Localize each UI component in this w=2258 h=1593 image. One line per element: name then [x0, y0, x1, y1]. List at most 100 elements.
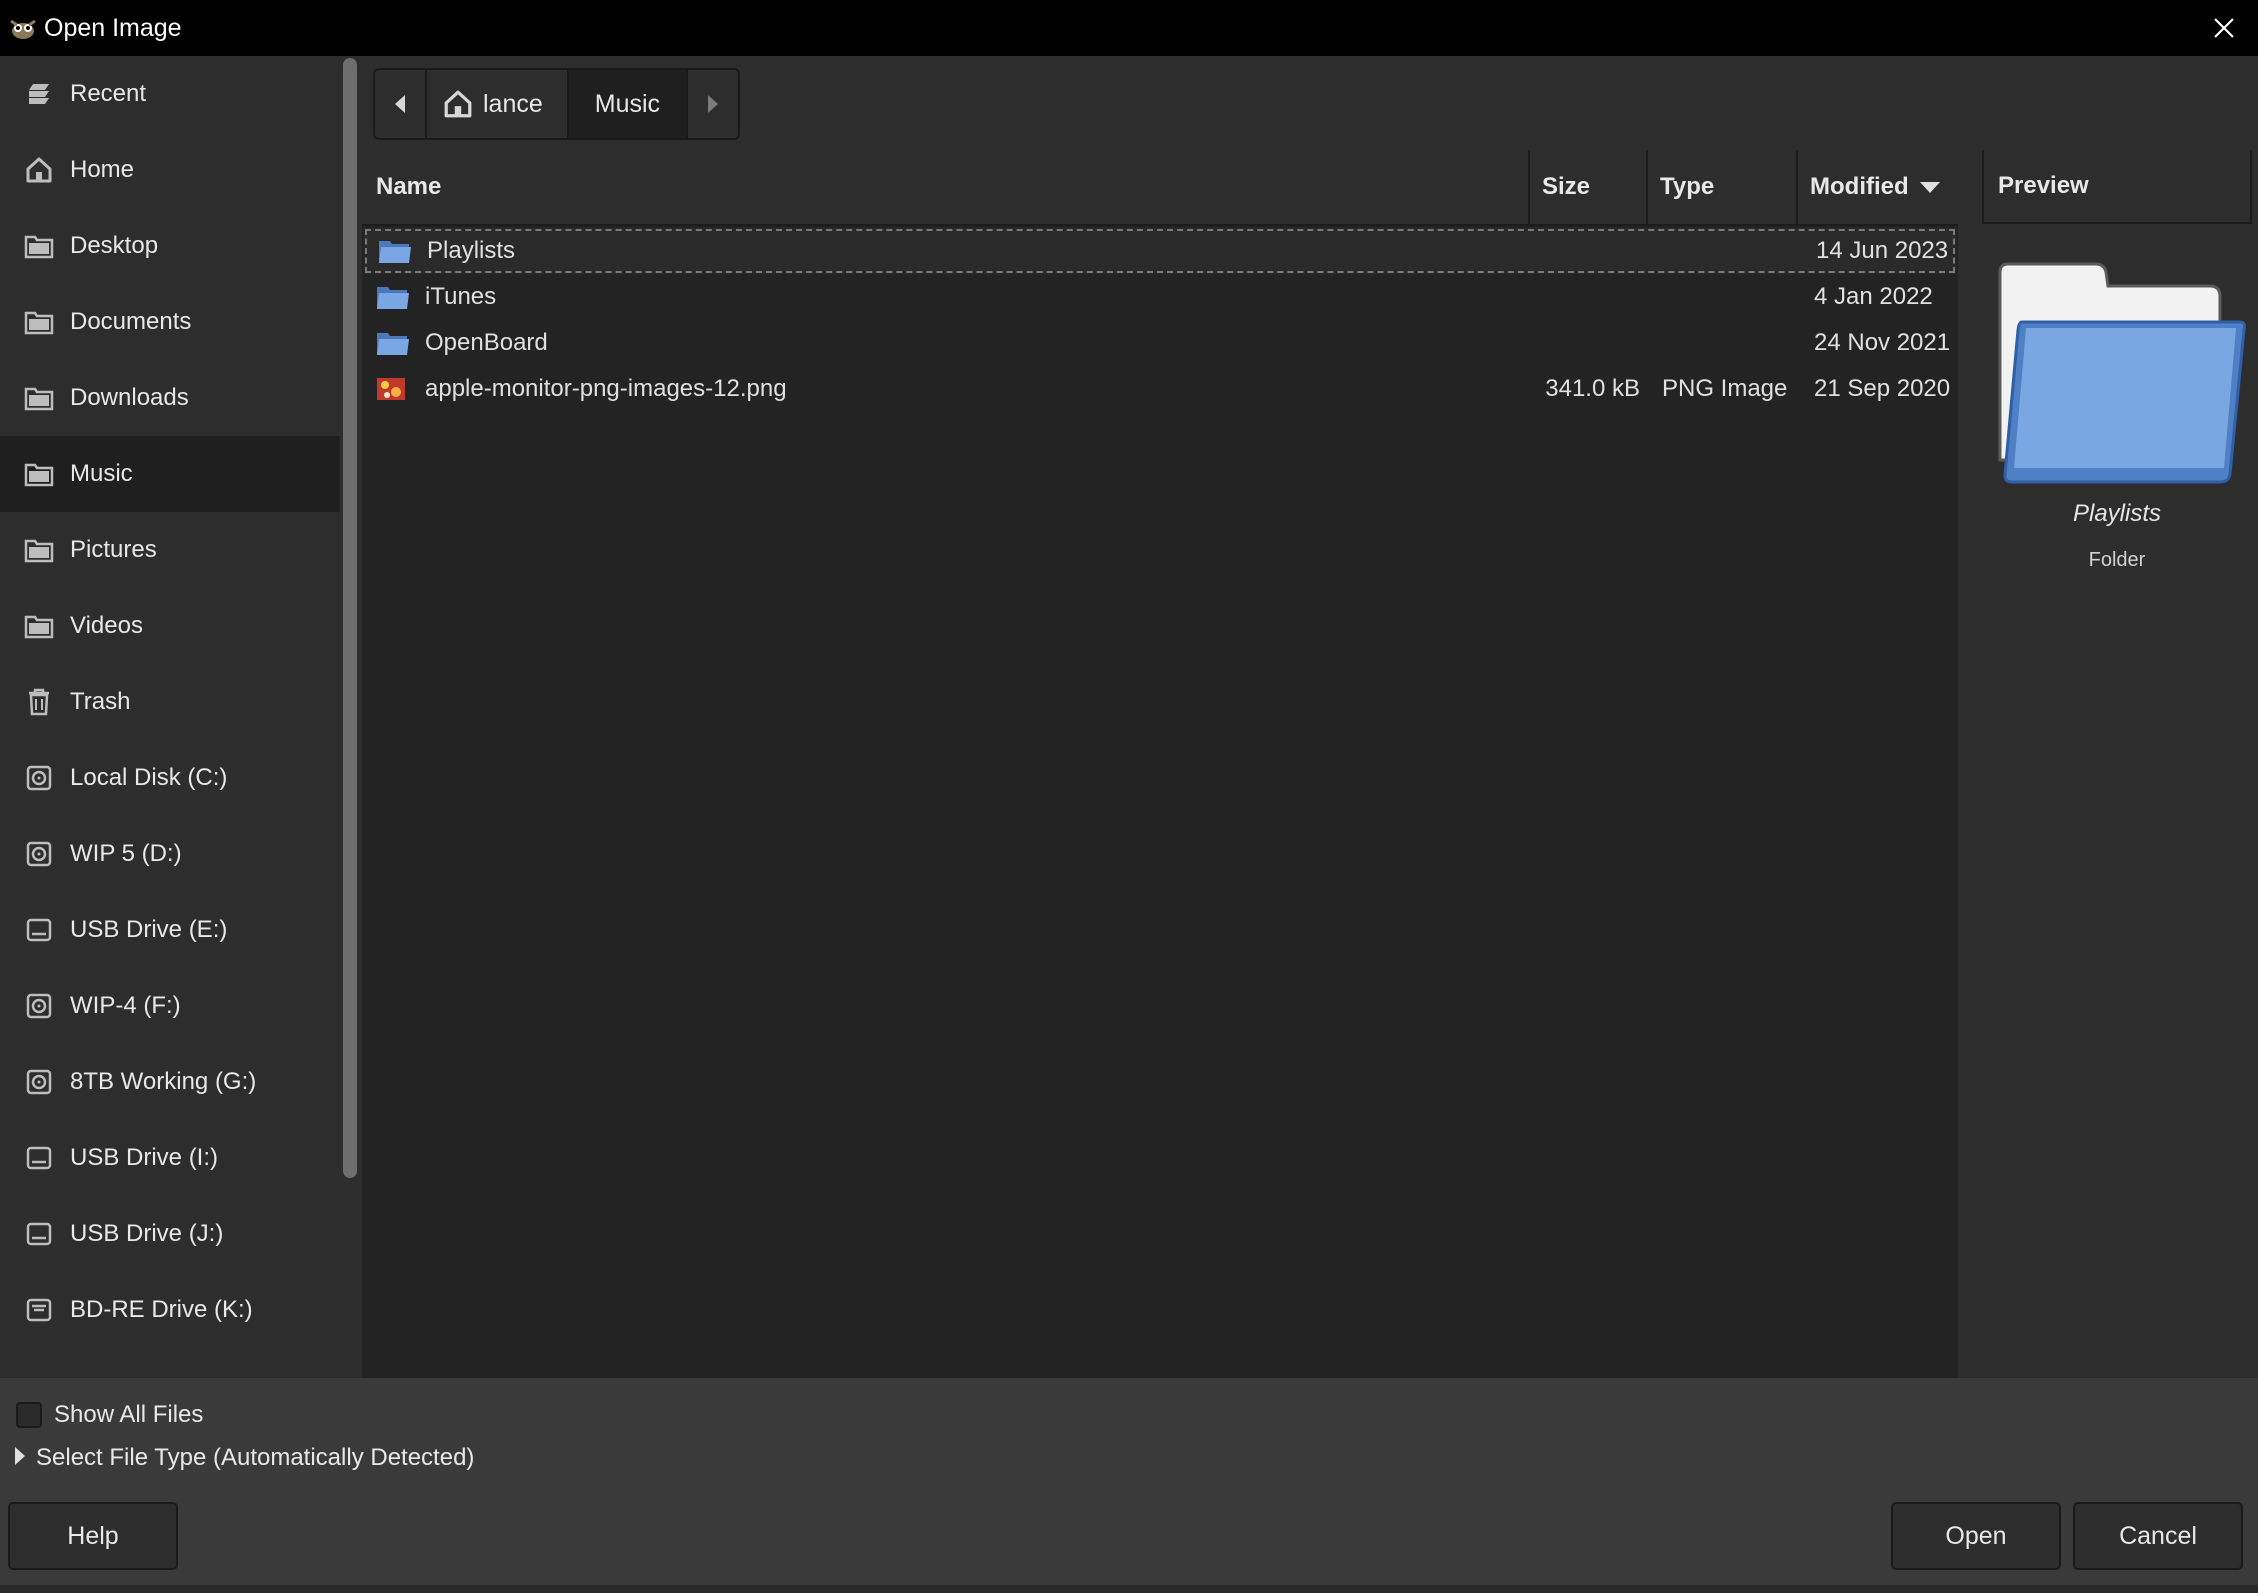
sidebar-item-home[interactable]: Home	[0, 132, 340, 208]
disk-icon	[22, 837, 56, 871]
column-header-name[interactable]: Name	[362, 150, 1530, 224]
sidebar-item-bd-re-drive-k[interactable]: BD-RE Drive (K:)	[0, 1272, 340, 1348]
trash-icon	[22, 685, 56, 719]
close-button[interactable]	[2206, 10, 2242, 46]
sidebar-item-label: Pictures	[70, 536, 157, 564]
column-modified-label: Modified	[1810, 173, 1909, 201]
chevron-left-icon	[393, 94, 407, 114]
recent-icon	[22, 77, 56, 111]
image-file-icon	[376, 372, 410, 406]
sidebar-item-trash[interactable]: Trash	[0, 664, 340, 740]
file-modified: 14 Jun 2023	[1816, 228, 1948, 274]
preview-header: Preview	[1982, 150, 2252, 224]
path-bar: lance Music	[373, 68, 740, 140]
file-size	[1534, 274, 1640, 320]
disk-icon	[22, 1065, 56, 1099]
disk-icon	[22, 989, 56, 1023]
folder-icon	[22, 533, 56, 567]
sidebar-item-usb-drive-i[interactable]: USB Drive (I:)	[0, 1120, 340, 1196]
sidebar-item-label: Desktop	[70, 232, 158, 260]
sidebar-scrollbar[interactable]	[343, 58, 357, 1178]
path-back-button[interactable]	[375, 70, 427, 138]
sidebar-item-label: USB Drive (J:)	[70, 1220, 223, 1248]
gimp-icon	[8, 12, 40, 44]
sidebar-item-wip5-d[interactable]: WIP 5 (D:)	[0, 816, 340, 892]
window-title: Open Image	[44, 14, 182, 43]
folder-icon	[22, 305, 56, 339]
usb-drive-icon	[22, 1217, 56, 1251]
show-all-files-label: Show All Files	[54, 1401, 203, 1429]
table-row[interactable]: OpenBoard 24 Nov 2021	[362, 320, 1958, 366]
usb-drive-icon	[22, 913, 56, 947]
file-list-header: Name Size Type Modified	[362, 150, 1958, 226]
file-name: apple-monitor-png-images-12.png	[425, 366, 787, 412]
places-sidebar: Recent Home Desktop Documents Downloads …	[0, 56, 340, 1378]
sidebar-item-desktop[interactable]: Desktop	[0, 208, 340, 284]
path-home-label: lance	[483, 90, 543, 119]
sidebar-item-pictures[interactable]: Pictures	[0, 512, 340, 588]
folder-icon	[22, 457, 56, 491]
table-row[interactable]: Playlists 14 Jun 2023	[364, 228, 1956, 274]
sidebar-item-label: Trash	[70, 688, 130, 716]
sidebar-item-label: USB Drive (I:)	[70, 1144, 218, 1172]
chevron-right-icon	[706, 94, 720, 114]
table-row[interactable]: apple-monitor-png-images-12.png 341.0 kB…	[362, 366, 1958, 412]
home-icon	[443, 89, 473, 119]
cancel-button[interactable]: Cancel	[2073, 1502, 2243, 1570]
sidebar-item-documents[interactable]: Documents	[0, 284, 340, 360]
column-name-label: Name	[376, 173, 441, 201]
sidebar-item-label: BD-RE Drive (K:)	[70, 1296, 253, 1324]
open-button[interactable]: Open	[1891, 1502, 2061, 1570]
sidebar-item-wip4-f[interactable]: WIP-4 (F:)	[0, 968, 340, 1044]
disk-icon	[22, 761, 56, 795]
show-all-files-toggle[interactable]: Show All Files	[16, 1401, 203, 1429]
folder-icon	[22, 229, 56, 263]
folder-icon	[22, 381, 56, 415]
file-name: OpenBoard	[425, 320, 548, 366]
file-name: Playlists	[427, 228, 515, 274]
sidebar-item-recent[interactable]: Recent	[0, 56, 340, 132]
sidebar-item-downloads[interactable]: Downloads	[0, 360, 340, 436]
home-icon	[22, 153, 56, 187]
column-size-label: Size	[1542, 173, 1590, 201]
optical-drive-icon	[22, 1293, 56, 1327]
sidebar-item-label: Local Disk (C:)	[70, 764, 227, 792]
column-header-size[interactable]: Size	[1530, 150, 1648, 224]
window-bottom-edge	[0, 1585, 2258, 1593]
expander-arrow-icon	[14, 1446, 26, 1471]
file-size	[1536, 228, 1642, 274]
file-type: PNG Image	[1662, 366, 1787, 412]
column-header-modified[interactable]: Modified	[1798, 150, 1958, 224]
close-icon	[2213, 17, 2235, 39]
dialog-footer: Show All Files Select File Type (Automat…	[0, 1378, 2258, 1593]
sidebar-item-label: Music	[70, 460, 133, 488]
sidebar-item-label: Recent	[70, 80, 146, 108]
show-all-files-checkbox[interactable]	[16, 1402, 42, 1428]
sidebar-item-8tb-working-g[interactable]: 8TB Working (G:)	[0, 1044, 340, 1120]
column-header-type[interactable]: Type	[1648, 150, 1798, 224]
path-current-button[interactable]: Music	[569, 70, 688, 138]
title-bar: Open Image	[0, 0, 2258, 56]
file-modified: 21 Sep 2020	[1814, 366, 1950, 412]
sidebar-item-label: Downloads	[70, 384, 189, 412]
file-list[interactable]: Name Size Type Modified Playlists 14 Jun…	[362, 150, 1958, 1378]
table-row[interactable]: iTunes 4 Jan 2022	[362, 274, 1958, 320]
sort-descending-icon	[1919, 180, 1941, 194]
sidebar-item-usb-drive-j[interactable]: USB Drive (J:)	[0, 1196, 340, 1272]
sidebar-item-local-disk-c[interactable]: Local Disk (C:)	[0, 740, 340, 816]
help-button[interactable]: Help	[8, 1502, 178, 1570]
folder-icon	[376, 280, 410, 314]
file-rows: Playlists 14 Jun 2023 iTunes 4 Jan 2022 …	[362, 228, 1958, 412]
path-forward-button[interactable]	[688, 70, 738, 138]
file-type-expander[interactable]: Select File Type (Automatically Detected…	[14, 1444, 474, 1472]
sidebar-item-label: WIP 5 (D:)	[70, 840, 182, 868]
column-type-label: Type	[1660, 173, 1714, 201]
folder-icon	[378, 234, 412, 268]
sidebar-item-music[interactable]: Music	[0, 436, 340, 512]
sidebar-item-usb-drive-e[interactable]: USB Drive (E:)	[0, 892, 340, 968]
sidebar-item-videos[interactable]: Videos	[0, 588, 340, 664]
file-type-label: Select File Type (Automatically Detected…	[36, 1444, 474, 1472]
path-home-button[interactable]: lance	[427, 70, 569, 138]
usb-drive-icon	[22, 1141, 56, 1175]
file-size: 341.0 kB	[1534, 366, 1640, 412]
